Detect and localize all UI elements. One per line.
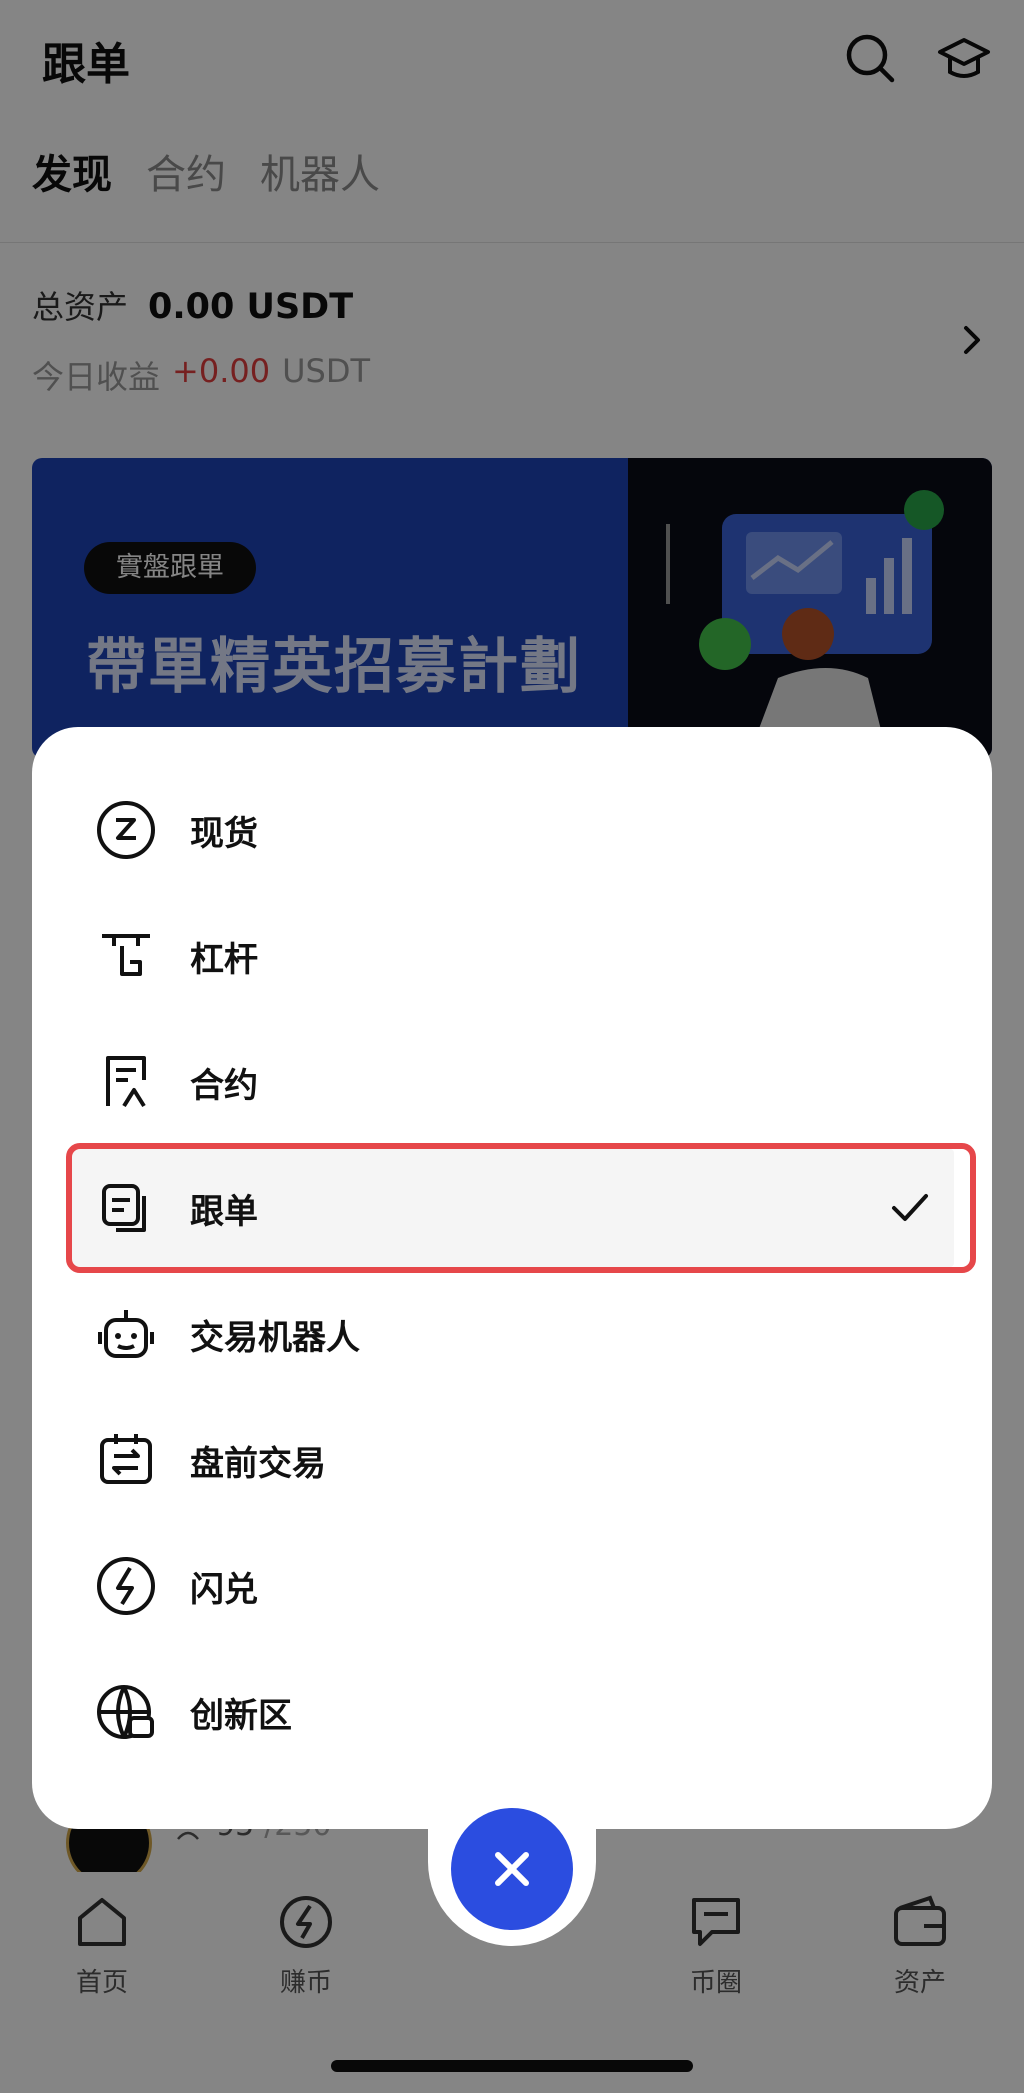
flash-swap-icon [94, 1554, 158, 1618]
futures-icon [94, 1050, 158, 1114]
spot-icon [94, 798, 158, 862]
menu-item-futures[interactable]: 合约 [32, 1019, 992, 1145]
menu-item-margin[interactable]: 杠杆 [32, 893, 992, 1019]
menu-item-label: 合约 [190, 1065, 258, 1106]
menu-item-label: 现货 [190, 813, 258, 854]
menu-item-label: 杠杆 [190, 939, 258, 980]
menu-item-trading-bot[interactable]: 交易机器人 [32, 1271, 992, 1397]
margin-icon [94, 924, 158, 988]
pre-market-icon [94, 1428, 158, 1492]
menu-item-copy-trading[interactable]: 跟单 [32, 1143, 992, 1273]
menu-item-label: 跟单 [190, 1191, 258, 1232]
robot-icon [94, 1302, 158, 1366]
menu-item-spot[interactable]: 现货 [32, 767, 992, 893]
menu-item-pre-market[interactable]: 盘前交易 [32, 1397, 992, 1523]
menu-item-innovation[interactable]: 创新区 [32, 1649, 992, 1775]
menu-item-flash-swap[interactable]: 闪兑 [32, 1523, 992, 1649]
copy-trading-icon [94, 1176, 158, 1240]
menu-item-label: 创新区 [190, 1695, 292, 1736]
menu-list: 现货 杠杆 合约 跟单 交易机器人 盘前交易 闪兑 创新区 [32, 767, 992, 1775]
menu-item-label: 盘前交易 [190, 1443, 326, 1484]
menu-item-label: 闪兑 [190, 1569, 258, 1610]
close-button[interactable] [451, 1808, 573, 1930]
menu-item-label: 交易机器人 [190, 1317, 360, 1358]
check-icon [892, 1194, 928, 1221]
close-icon [495, 1852, 529, 1886]
innovation-icon [94, 1680, 158, 1744]
product-menu-sheet: 现货 杠杆 合约 跟单 交易机器人 盘前交易 闪兑 创新区 [32, 727, 992, 1829]
